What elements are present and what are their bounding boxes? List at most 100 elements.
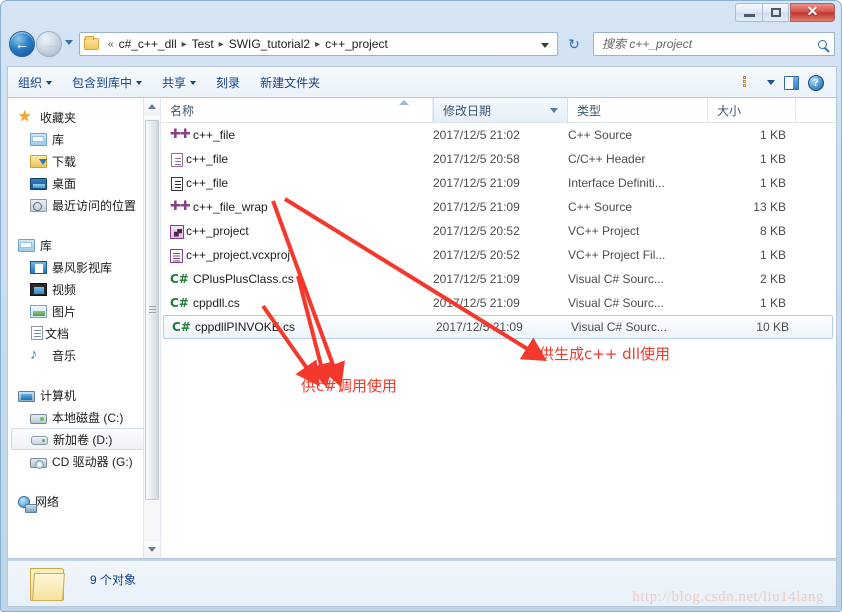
breadcrumb-item-0[interactable]: c#_c++_dll: [119, 37, 177, 51]
column-header-name[interactable]: 名称: [161, 98, 433, 122]
column-header-filler: [796, 98, 836, 122]
column-label: 名称: [170, 103, 195, 118]
video-library-icon: [30, 261, 47, 274]
sidebar-item-label: 文档: [45, 326, 70, 341]
maximize-button[interactable]: [762, 3, 789, 22]
file-size: 13 KB: [753, 200, 786, 214]
search-icon[interactable]: [818, 39, 827, 49]
library-folder-icon: [30, 133, 47, 146]
file-date: 2017/12/5 20:52: [433, 224, 520, 238]
table-row[interactable]: C# cppdllPINVOKE.cs 2017/12/5 21:09 Visu…: [163, 315, 833, 339]
sidebar-group-libraries[interactable]: 库: [8, 234, 160, 256]
sidebar-group-computer[interactable]: 计算机: [8, 384, 160, 406]
file-name-cell: C# cppdllPINVOKE.cs: [172, 319, 436, 335]
sidebar-item-library[interactable]: 库: [8, 128, 160, 150]
table-row[interactable]: c++_project.vcxproj 2017/12/5 20:52 VC++…: [161, 243, 836, 267]
file-date: 2017/12/5 21:09: [433, 200, 520, 214]
toolbar-item-include-in-library[interactable]: 包含到库中: [62, 70, 152, 95]
sidebar-item-cd-drive-g[interactable]: CD 驱动器 (G:): [8, 450, 160, 472]
preview-pane-icon[interactable]: [784, 75, 799, 90]
table-row[interactable]: ✚✚ c++_file_wrap 2017/12/5 21:09 C++ Sou…: [161, 195, 836, 219]
file-name: cppdll.cs: [193, 296, 240, 310]
sidebar-item-label: 库: [52, 132, 65, 147]
file-type: C/C++ Header: [568, 152, 646, 166]
scrollbar-thumb[interactable]: [145, 120, 159, 500]
interface-file-icon: [171, 176, 183, 191]
file-name: c++_file: [193, 128, 236, 142]
sidebar-group-network[interactable]: 网络: [8, 490, 160, 513]
sidebar-item-music[interactable]: ♪ 音乐: [8, 344, 160, 366]
scroll-up-button[interactable]: [144, 98, 160, 115]
file-type: VC++ Project Fil...: [568, 248, 666, 262]
file-size: 8 KB: [759, 224, 786, 238]
file-name-cell: ✚✚ c++_file: [170, 127, 433, 143]
sidebar-item-downloads[interactable]: 下载: [8, 150, 160, 172]
toolbar-item-organize[interactable]: 组织: [8, 70, 62, 95]
file-date: 2017/12/5 21:09: [433, 272, 520, 286]
sidebar-item-documents[interactable]: 文档: [8, 322, 160, 344]
column-header-type[interactable]: 类型: [568, 98, 708, 122]
minimize-button[interactable]: [735, 3, 762, 22]
chevron-down-icon[interactable]: [767, 80, 775, 85]
sidebar-item-videos[interactable]: 视频: [8, 278, 160, 300]
file-name-cell: c++_project.vcxproj: [170, 248, 433, 263]
file-name: c++_file: [186, 152, 229, 166]
navigation-scrollbar[interactable]: [143, 98, 160, 558]
sidebar-item-new-volume-d[interactable]: 新加卷 (D:): [11, 428, 157, 450]
change-view-icon[interactable]: [743, 76, 758, 89]
column-label: 修改日期: [443, 103, 492, 118]
column-header-date-modified[interactable]: 修改日期: [433, 98, 568, 122]
forward-button[interactable]: →: [36, 31, 62, 57]
pictures-icon: [30, 305, 47, 318]
sidebar-item-label: CD 驱动器 (G:): [52, 454, 133, 469]
sidebar-item-label: 下载: [52, 154, 77, 169]
sidebar-item-baofeng-video-library[interactable]: 暴风影视库: [8, 256, 160, 278]
table-row[interactable]: c++_file 2017/12/5 21:09 Interface Defin…: [161, 171, 836, 195]
scroll-down-button[interactable]: [144, 541, 160, 558]
sidebar-item-local-disk-c[interactable]: 本地磁盘 (C:): [8, 406, 160, 428]
sidebar-item-label: 视频: [52, 282, 77, 297]
sidebar-item-pictures[interactable]: 图片: [8, 300, 160, 322]
toolbar-item-new-folder[interactable]: 新建文件夹: [250, 70, 330, 95]
desktop-icon: [30, 178, 47, 190]
table-row[interactable]: C# CPlusPlusClass.cs 2017/12/5 21:09 Vis…: [161, 267, 836, 291]
table-row[interactable]: ✚✚ c++_file 2017/12/5 21:02 C++ Source 1…: [161, 123, 836, 147]
breadcrumb-overflow-icon[interactable]: «: [103, 39, 119, 50]
breadcrumb-dropdown-icon[interactable]: [541, 43, 549, 48]
help-icon[interactable]: ?: [808, 74, 824, 91]
sort-ascending-icon: [399, 100, 409, 105]
table-row[interactable]: c++_file 2017/12/5 20:58 C/C++ Header 1 …: [161, 147, 836, 171]
toolbar-item-share[interactable]: 共享: [152, 70, 206, 95]
sidebar-item-label: 暴风影视库: [52, 260, 113, 275]
table-row[interactable]: c++_project 2017/12/5 20:52 VC++ Project…: [161, 219, 836, 243]
chevron-down-icon: [148, 547, 156, 552]
column-header-size[interactable]: 大小: [708, 98, 796, 122]
search-box[interactable]: [593, 32, 835, 56]
table-row[interactable]: C# cppdll.cs 2017/12/5 21:09 Visual C# S…: [161, 291, 836, 315]
downloads-icon: [30, 155, 47, 168]
file-size: 1 KB: [759, 176, 786, 190]
breadcrumb[interactable]: « c#_c++_dll ▸ Test ▸ SWIG_tutorial2 ▸ c…: [79, 32, 558, 56]
breadcrumb-item-1[interactable]: Test: [192, 37, 214, 51]
breadcrumb-item-2[interactable]: SWIG_tutorial2: [229, 37, 310, 51]
sidebar-item-desktop[interactable]: 桌面: [8, 172, 160, 194]
status-bar: 9 个对象 http://blog.csdn.net/liu14lang: [7, 561, 837, 607]
breadcrumb-item-3[interactable]: c++_project: [325, 37, 388, 51]
file-type: Visual C# Sourc...: [568, 296, 664, 310]
file-name: c++_file_wrap: [193, 200, 268, 214]
sidebar-group-label: 库: [40, 238, 53, 253]
file-name-cell: C# cppdll.cs: [170, 295, 433, 311]
sidebar-item-recent-places[interactable]: 最近访问的位置: [8, 194, 160, 216]
maximize-icon: [770, 8, 781, 17]
recent-locations-caret-icon[interactable]: [65, 40, 73, 45]
sidebar-group-favorites[interactable]: ★ 收藏夹: [8, 106, 160, 128]
search-input[interactable]: [602, 37, 818, 51]
explorer-window: ✕ ← → « c#_c++_dll ▸ Test ▸ SWIG_tutoria…: [0, 0, 842, 612]
refresh-button[interactable]: ↻: [563, 33, 585, 55]
close-button[interactable]: ✕: [790, 3, 835, 22]
back-button[interactable]: ←: [9, 31, 35, 57]
watermark-text: http://blog.csdn.net/liu14lang: [632, 589, 824, 605]
toolbar-item-burn[interactable]: 刻录: [206, 70, 250, 95]
chevron-down-icon[interactable]: [550, 108, 558, 113]
sidebar-item-label: 最近访问的位置: [52, 198, 137, 213]
